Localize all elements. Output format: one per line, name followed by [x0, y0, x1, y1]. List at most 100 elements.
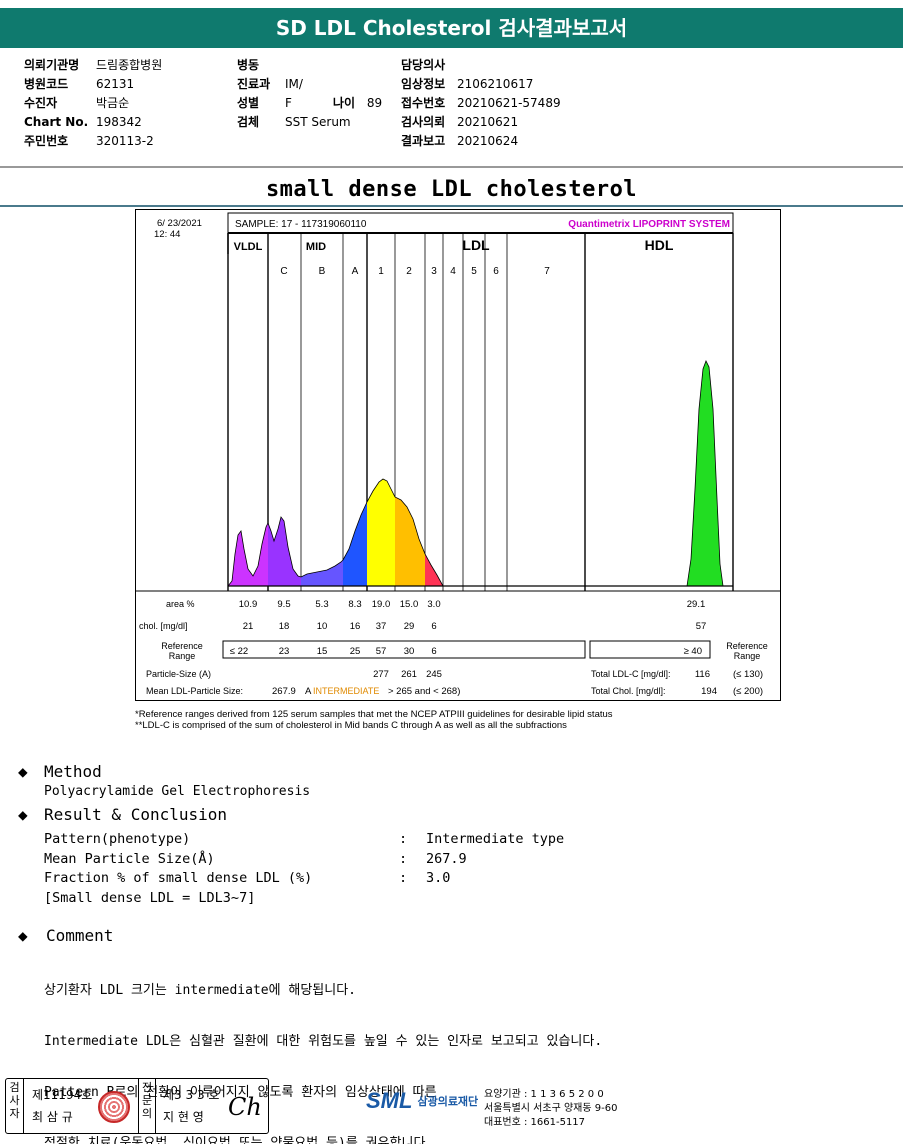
result-note: [Small dense LDL = LDL3~7]	[44, 890, 256, 906]
divider	[0, 166, 903, 168]
signature: Ch	[228, 1093, 262, 1121]
result-row: Mean Particle Size(Å): 267.9	[44, 851, 467, 867]
particle-value: 261	[401, 669, 417, 680]
result-label: Mean Particle Size(Å)	[44, 851, 215, 867]
info-key: 담당의사	[401, 58, 446, 72]
info-key: 접수번호	[401, 96, 446, 110]
row-label: Range	[169, 651, 196, 661]
info-key: 주민번호	[24, 134, 69, 148]
result-row: Pattern(phenotype): Intermediate type	[44, 831, 564, 847]
ref-value: 15	[317, 646, 328, 657]
area-value: 9.5	[277, 599, 290, 610]
result-value: 267.9	[426, 851, 467, 867]
diamond-icon: ◆	[18, 926, 28, 945]
row-label: Mean LDL-Particle Size:	[146, 686, 243, 696]
result-value: Intermediate type	[426, 831, 565, 847]
info-key: 성별	[237, 96, 260, 110]
footnote: *Reference ranges derived from 125 serum…	[135, 709, 613, 731]
footnote-line: **LDL-C is comprised of the sum of chole…	[135, 720, 567, 731]
row-label: Range	[734, 651, 761, 661]
ref-value: 25	[350, 646, 361, 657]
total-chol-ref: (≤ 200)	[733, 686, 763, 697]
info-value: 320113-2	[96, 134, 154, 148]
address-line: 요양기관 : 1 1 3 6 5 2 0 0	[484, 1089, 604, 1100]
band-label: 5	[471, 266, 477, 277]
info-value: 드림종합병원	[96, 58, 163, 72]
mean-class-word: INTERMEDIATE	[313, 686, 379, 696]
hdl-ref-value: ≥ 40	[684, 646, 702, 657]
seal-stamp	[98, 1091, 130, 1123]
ref-value: 57	[376, 646, 387, 657]
total-ldl-value: 116	[695, 669, 710, 680]
band-label: 6	[493, 266, 499, 277]
chart-system: Quantimetrix LIPOPRINT SYSTEM	[568, 219, 730, 230]
address-line: 대표번호 : 1661-5117	[484, 1117, 586, 1128]
comment-heading: ◆ Comment	[18, 926, 113, 945]
chart-time: 12: 44	[154, 229, 180, 240]
chol-value: 21	[243, 621, 254, 632]
tester-no: 제11194호	[32, 1088, 93, 1102]
band-label: B	[319, 266, 326, 277]
confirm-no: 제3 3 3 호	[163, 1088, 220, 1102]
info-value: 62131	[96, 77, 135, 91]
info-key: 임상정보	[401, 77, 446, 91]
row-label: Reference	[726, 641, 768, 651]
org-address: 요양기관 : 1 1 3 6 5 2 0 0 서울특별시 서초구 양재동 9-6…	[484, 1088, 617, 1130]
hdl-chol-value: 57	[696, 621, 707, 632]
row-label: Particle-Size (A)	[146, 669, 211, 679]
info-key: Chart No.	[24, 115, 89, 129]
tester-info: 제11194호 최 삼 규	[32, 1079, 92, 1133]
chol-value: 37	[376, 621, 387, 632]
confirm-name: 지 현 영	[163, 1110, 204, 1124]
particle-value: 245	[426, 669, 442, 680]
band-label: A	[352, 266, 359, 277]
result-value: 3.0	[426, 870, 451, 886]
area-value: 10.9	[239, 599, 258, 610]
method-text: Polyacrylamide Gel Electrophoresis	[44, 784, 311, 799]
particle-value: 277	[373, 669, 389, 680]
result-label: Pattern(phenotype)	[44, 831, 191, 847]
result-label: Fraction % of small dense LDL (%)	[44, 870, 313, 886]
row-label: chol. [mg/dl]	[139, 621, 188, 631]
result-row: Fraction % of small dense LDL (%): 3.0	[44, 870, 450, 886]
method-heading: ◆ Method	[18, 762, 102, 781]
band-label: 2	[406, 266, 412, 277]
chol-value: 6	[431, 621, 436, 632]
group-label: VLDL	[234, 241, 263, 253]
band-label: C	[280, 266, 287, 277]
band-label: 4	[450, 266, 456, 277]
area-value: 15.0	[400, 599, 419, 610]
age-value: 89	[366, 96, 383, 110]
chol-value: 18	[279, 621, 290, 632]
row-label: area %	[166, 599, 195, 609]
info-value: 20210621-57489	[457, 96, 561, 110]
hdl-area-value: 29.1	[687, 599, 706, 610]
diamond-icon: ◆	[18, 805, 28, 824]
info-key: 진료과	[237, 77, 271, 91]
signature-box: 검사자 제11194호 최 삼 규 전문의 제3 3 3 호 지 현 영 Ch	[5, 1078, 269, 1134]
group-label: LDL	[462, 237, 490, 253]
info-key: 의뢰기관명	[24, 58, 80, 72]
info-value: 박금순	[96, 96, 130, 110]
report-title: SD LDL Cholesterol 검사결과보고서	[0, 8, 903, 48]
info-key: 수진자	[24, 96, 58, 110]
area-value: 3.0	[427, 599, 440, 610]
colon: :	[399, 851, 408, 867]
total-ldl-label: Total LDL-C [mg/dl]:	[591, 669, 671, 679]
footnote-line: *Reference ranges derived from 125 serum…	[135, 709, 613, 720]
total-chol-value: 194	[701, 686, 717, 697]
lipoprint-chart: 6/ 23/2021 12: 44 SAMPLE: 17 - 117319060…	[135, 209, 781, 701]
ref-value: ≤ 22	[230, 646, 248, 657]
info-key: 병원코드	[24, 77, 69, 91]
method-heading-label: Method	[44, 762, 102, 781]
total-chol-label: Total Chol. [mg/dl]:	[591, 686, 666, 696]
row-label: Reference	[161, 641, 203, 651]
comment-line: 적절한 치료(운동요법, 식이요법 또는 약물요법 등)를 권유합니다.	[44, 1136, 434, 1144]
age-key: 나이	[332, 96, 355, 110]
info-value: 20210621	[457, 115, 519, 129]
org-name: 삼광의료재단	[417, 1095, 479, 1108]
ref-value: 23	[279, 646, 290, 657]
section-title: small dense LDL cholesterol	[265, 177, 638, 202]
info-value: 20210624	[457, 134, 519, 148]
colon: :	[399, 831, 408, 847]
